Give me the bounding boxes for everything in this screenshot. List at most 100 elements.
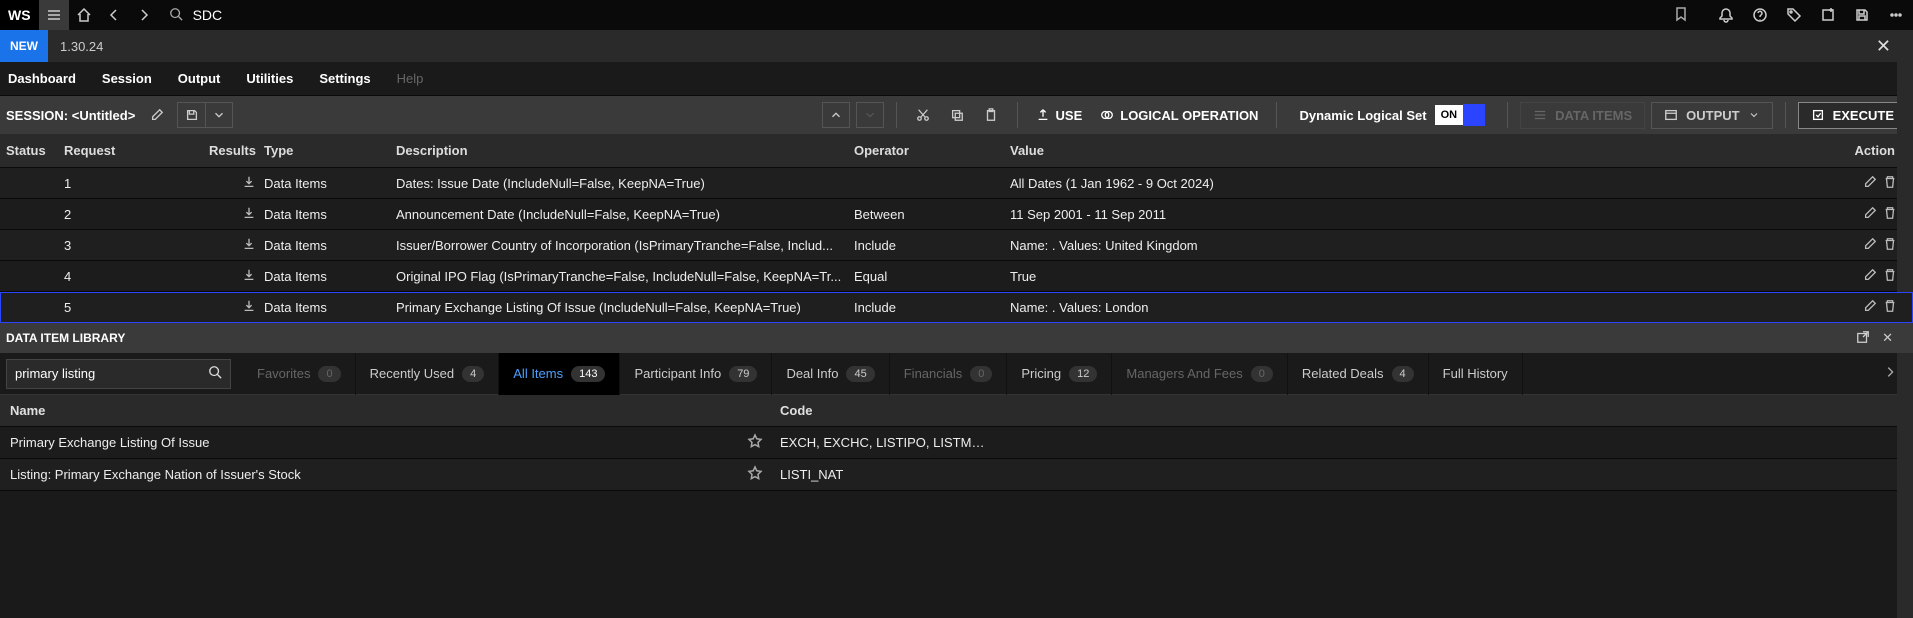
library-search-input[interactable] [15, 366, 208, 381]
titlebar: WS [0, 0, 1913, 30]
tab-financials[interactable]: Financials0 [890, 353, 1008, 395]
tab-pricing[interactable]: Pricing12 [1007, 353, 1112, 395]
edit-row-icon[interactable] [1863, 268, 1877, 285]
help-icon[interactable] [1743, 0, 1777, 30]
library-row[interactable]: Listing: Primary Exchange Nation of Issu… [0, 459, 1913, 491]
close-icon[interactable]: ✕ [1876, 36, 1891, 57]
tab-label: Deal Info [786, 366, 838, 381]
tab-related-deals[interactable]: Related Deals4 [1288, 353, 1429, 395]
cell-value: All Dates (1 Jan 1962 - 9 Oct 2024) [1010, 176, 1827, 191]
bookmark-icon[interactable] [1673, 6, 1689, 25]
search-icon[interactable] [208, 365, 222, 382]
col-status: Status [0, 143, 64, 158]
cell-description: Original IPO Flag (IsPrimaryTranche=Fals… [396, 269, 854, 284]
add-panel-icon[interactable] [1811, 0, 1845, 30]
edit-row-icon[interactable] [1863, 206, 1877, 223]
grid-row[interactable]: 5Data ItemsPrimary Exchange Listing Of I… [0, 292, 1913, 323]
search-icon [169, 7, 183, 24]
new-bar: NEW 1.30.24 ✕ [0, 30, 1913, 62]
menu-utilities[interactable]: Utilities [246, 71, 293, 86]
delete-row-icon[interactable] [1883, 268, 1897, 285]
menu-help[interactable]: Help [397, 71, 424, 86]
tab-count: 4 [462, 366, 484, 382]
menu-output[interactable]: Output [178, 71, 221, 86]
tab-count: 79 [729, 366, 757, 382]
save-dropdown-icon[interactable] [205, 102, 233, 128]
tab-participant-info[interactable]: Participant Info 79 [620, 353, 772, 395]
delete-row-icon[interactable] [1883, 299, 1897, 316]
download-icon[interactable] [242, 301, 256, 316]
menu-session[interactable]: Session [102, 71, 152, 86]
tab-full-history[interactable]: Full History [1429, 353, 1523, 395]
tab-deal-info[interactable]: Deal Info45 [772, 353, 889, 395]
session-label: SESSION: <Untitled> [6, 108, 135, 123]
copy-icon[interactable] [943, 102, 971, 128]
cell-type: Data Items [264, 238, 396, 253]
tab-label: Participant Info [634, 366, 721, 381]
cut-icon[interactable] [909, 102, 937, 128]
execute-button[interactable]: EXECUTE [1798, 102, 1907, 129]
cell-value: True [1010, 269, 1827, 284]
use-button[interactable]: USE [1030, 108, 1089, 123]
logical-operation-button[interactable]: LOGICAL OPERATION [1094, 108, 1264, 123]
menu-icon[interactable] [39, 0, 69, 30]
library-grid-body: Primary Exchange Listing Of IssueEXCH, E… [0, 427, 1913, 491]
cell-type: Data Items [264, 207, 396, 222]
tab-count: 4 [1392, 366, 1414, 382]
tab-recently-used[interactable]: Recently Used4 [356, 353, 500, 395]
library-bar: DATA ITEM LIBRARY ✕ [0, 323, 1913, 353]
col-results: Results [194, 143, 264, 158]
grid-row[interactable]: 1Data ItemsDates: Issue Date (IncludeNul… [0, 168, 1913, 199]
edit-session-icon[interactable] [143, 102, 171, 128]
popout-icon[interactable] [1856, 330, 1870, 347]
edit-row-icon[interactable] [1863, 299, 1877, 316]
grid-body: 1Data ItemsDates: Issue Date (IncludeNul… [0, 168, 1913, 323]
close-library-icon[interactable]: ✕ [1882, 330, 1893, 347]
cell-type: Data Items [264, 176, 396, 191]
paste-icon[interactable] [977, 102, 1005, 128]
tab-label: Favorites [257, 366, 310, 381]
global-search-input[interactable] [193, 7, 1663, 23]
back-icon[interactable] [99, 0, 129, 30]
menu-dashboard[interactable]: Dashboard [8, 71, 76, 86]
cell-request: 5 [64, 300, 194, 315]
save-icon[interactable] [1845, 0, 1879, 30]
tab-label: Full History [1443, 366, 1508, 381]
cell-operator: Equal [854, 269, 1010, 284]
edit-row-icon[interactable] [1863, 237, 1877, 254]
menu-settings[interactable]: Settings [319, 71, 370, 86]
download-icon[interactable] [242, 239, 256, 254]
more-icon[interactable] [1879, 0, 1913, 30]
grid-row[interactable]: 4Data ItemsOriginal IPO Flag (IsPrimaryT… [0, 261, 1913, 292]
library-tabs: Favorites0Recently Used4All Items143Part… [243, 353, 1873, 395]
home-icon[interactable] [69, 0, 99, 30]
save-session-icon[interactable] [177, 102, 205, 128]
library-row[interactable]: Primary Exchange Listing Of IssueEXCH, E… [0, 427, 1913, 459]
tab-count: 12 [1069, 366, 1097, 382]
download-icon[interactable] [242, 208, 256, 223]
cell-type: Data Items [264, 300, 396, 315]
favorite-star-icon[interactable] [730, 433, 780, 452]
favorite-star-icon[interactable] [730, 465, 780, 484]
col-type: Type [264, 143, 396, 158]
tab-managers-and-fees[interactable]: Managers And Fees0 [1112, 353, 1287, 395]
cell-operator: Include [854, 300, 1010, 315]
arrow-down-icon[interactable] [856, 102, 884, 128]
dls-toggle[interactable]: ON [1435, 104, 1486, 126]
edit-row-icon[interactable] [1863, 175, 1877, 192]
tab-favorites[interactable]: Favorites0 [243, 353, 356, 395]
tag-icon[interactable] [1777, 0, 1811, 30]
download-icon[interactable] [242, 270, 256, 285]
tab-all-items[interactable]: All Items143 [499, 353, 620, 395]
bell-icon[interactable] [1709, 0, 1743, 30]
data-items-button[interactable]: DATA ITEMS [1520, 102, 1645, 129]
delete-row-icon[interactable] [1883, 175, 1897, 192]
grid-row[interactable]: 3Data ItemsIssuer/Borrower Country of In… [0, 230, 1913, 261]
forward-icon[interactable] [129, 0, 159, 30]
delete-row-icon[interactable] [1883, 206, 1897, 223]
grid-row[interactable]: 2Data ItemsAnnouncement Date (IncludeNul… [0, 199, 1913, 230]
arrow-up-icon[interactable] [822, 102, 850, 128]
output-button[interactable]: OUTPUT [1651, 102, 1772, 129]
download-icon[interactable] [242, 177, 256, 192]
delete-row-icon[interactable] [1883, 237, 1897, 254]
